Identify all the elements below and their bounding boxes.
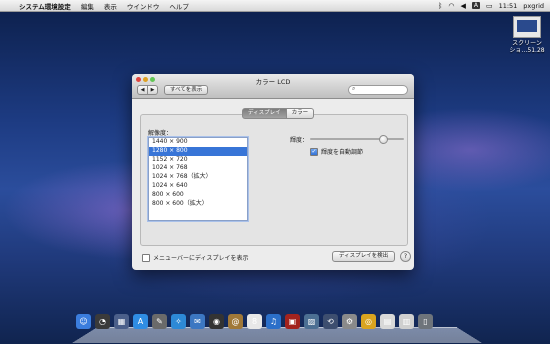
- bluetooth-icon[interactable]: ᛒ: [438, 2, 442, 10]
- menu-bar: システム環境設定 編集 表示 ウインドウ ヘルプ ᛒ ◠ ◀ A ▭ 11:51…: [0, 0, 550, 12]
- auto-brightness-label: 輝度を自動調節: [321, 149, 364, 156]
- mail-icon[interactable]: ✉: [190, 314, 205, 329]
- app-store-icon[interactable]: A: [133, 314, 148, 329]
- menu-extras: ᛒ ◠ ◀ A ▭ 11:51 pxgrid: [438, 2, 550, 10]
- resolution-option[interactable]: 1152 × 720: [149, 156, 247, 165]
- brightness-label: 輝度：: [290, 137, 309, 144]
- battery-icon[interactable]: ▭: [486, 2, 493, 10]
- preview-icon[interactable]: ✎: [152, 314, 167, 329]
- resolution-option[interactable]: 800 × 600（拡大）: [149, 200, 247, 209]
- window-titlebar[interactable]: カラー LCD ◀ ▶ すべてを表示 ⌕: [132, 74, 414, 99]
- resolution-list[interactable]: 1440 × 900 1280 × 800 1152 × 720 1024 × 768…: [148, 137, 248, 221]
- facetime-icon[interactable]: ◉: [209, 314, 224, 329]
- dock: ☺ ◔ ▦ A ✎ ✧ ✉ ◉ @8 ♫ ▣ ▨ ⟲ ⚙ ◎ ▤ ▥ ▯: [76, 314, 433, 329]
- show-in-menubar-checkbox[interactable]: [142, 253, 150, 262]
- mission-control-icon[interactable]: ▦: [114, 314, 129, 329]
- menu-edit[interactable]: 編集: [76, 1, 99, 11]
- menu-app-name[interactable]: システム環境設定: [14, 1, 76, 11]
- input-source-icon[interactable]: A: [471, 2, 480, 9]
- file-thumbnail-icon: [513, 16, 541, 38]
- photo-booth-icon[interactable]: ▣: [285, 314, 300, 329]
- tab-color[interactable]: カラー: [286, 108, 315, 119]
- menu-view[interactable]: 表示: [99, 1, 122, 11]
- menu-window[interactable]: ウインドウ: [122, 1, 165, 11]
- resolution-option[interactable]: 1024 × 768: [149, 164, 247, 173]
- search-icon: ⌕: [352, 85, 356, 92]
- resolution-option[interactable]: 1024 × 640: [149, 182, 247, 191]
- show-in-menubar-row: メニューバーにディスプレイを表示: [142, 253, 249, 262]
- file-label-line2: ショ…51.28: [509, 47, 545, 54]
- downloads-icon[interactable]: ▥: [399, 314, 414, 329]
- menu-user[interactable]: pxgrid: [523, 2, 544, 10]
- iphoto-icon[interactable]: ▨: [304, 314, 319, 329]
- help-button[interactable]: ?: [400, 251, 411, 262]
- menu-help[interactable]: ヘルプ: [164, 1, 194, 11]
- tab-bar: ディスプレイ カラー: [242, 108, 315, 119]
- desktop-screenshot-file[interactable]: スクリーン ショ…51.28: [505, 16, 549, 54]
- volume-icon[interactable]: ◀: [460, 2, 465, 10]
- itunes-icon[interactable]: ♫: [266, 314, 281, 329]
- chrome-icon[interactable]: ◎: [361, 314, 376, 329]
- finder-icon[interactable]: ☺: [76, 314, 91, 329]
- auto-brightness-checkbox[interactable]: ✓: [310, 147, 318, 156]
- system-preferences-icon[interactable]: ⚙: [342, 314, 357, 329]
- display-preferences-window: カラー LCD ◀ ▶ すべてを表示 ⌕ ディスプレイ カラー 解像度： 144…: [132, 74, 414, 270]
- resolution-option[interactable]: 1024 × 768（拡大）: [149, 173, 247, 182]
- search-field[interactable]: ⌕: [348, 85, 408, 95]
- address-book-icon[interactable]: @: [228, 314, 243, 329]
- documents-icon[interactable]: ▤: [380, 314, 395, 329]
- dock-shelf: [72, 327, 482, 343]
- resolution-option[interactable]: 1280 × 800: [149, 146, 247, 156]
- resolution-label: 解像度：: [148, 130, 173, 137]
- wifi-icon[interactable]: ◠: [448, 2, 454, 10]
- file-label-line1: スクリーン: [512, 40, 542, 47]
- menu-clock[interactable]: 11:51: [499, 2, 518, 10]
- resolution-option[interactable]: 800 × 600: [149, 191, 247, 200]
- show-in-menubar-label: メニューバーにディスプレイを表示: [153, 255, 249, 262]
- brightness-slider[interactable]: [310, 138, 404, 140]
- show-all-button[interactable]: すべてを表示: [164, 85, 209, 95]
- auto-brightness-row: ✓ 輝度を自動調節: [310, 147, 363, 156]
- trash-icon[interactable]: ▯: [418, 314, 433, 329]
- resolution-option[interactable]: 1440 × 900: [149, 138, 247, 147]
- detect-displays-button[interactable]: ディスプレイを検出: [332, 251, 396, 262]
- back-button[interactable]: ◀: [137, 85, 148, 95]
- time-machine-icon[interactable]: ⟲: [323, 314, 338, 329]
- dashboard-icon[interactable]: ◔: [95, 314, 110, 329]
- back-forward-control: ◀ ▶: [137, 85, 158, 95]
- forward-button[interactable]: ▶: [148, 85, 158, 95]
- ical-icon[interactable]: 8: [247, 314, 262, 329]
- safari-icon[interactable]: ✧: [171, 314, 186, 329]
- tab-display[interactable]: ディスプレイ: [242, 108, 287, 119]
